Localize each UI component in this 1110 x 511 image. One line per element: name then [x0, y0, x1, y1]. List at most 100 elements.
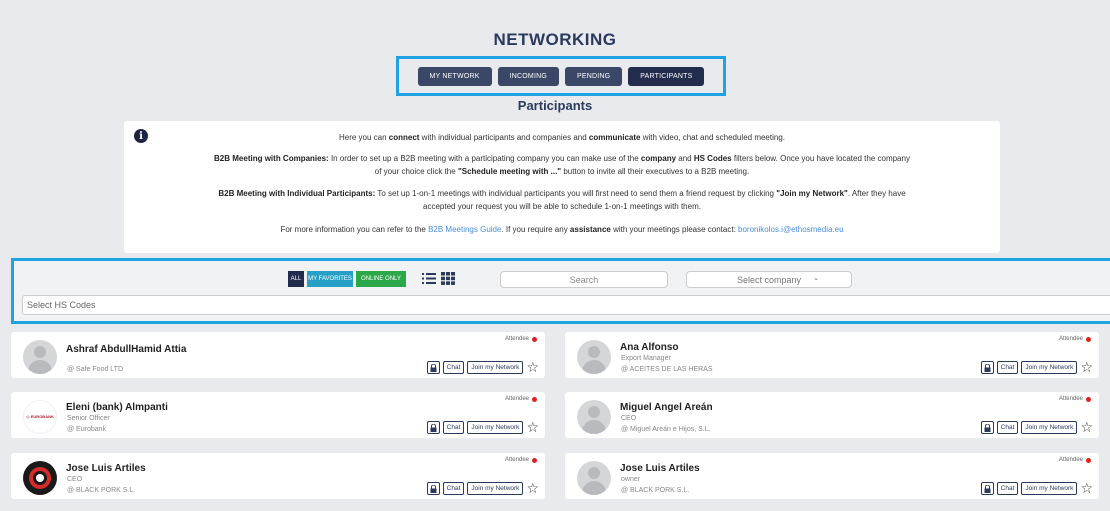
card-actions: Chat Join my Network ☆ [980, 360, 1093, 374]
status-dot-icon [532, 336, 537, 342]
participant-company: @ Safe Food LTD [67, 366, 123, 373]
status-badge: Attendee [1059, 336, 1091, 342]
tabs-highlight-box: MY NETWORK INCOMING PENDING PARTICIPANTS [396, 56, 726, 96]
status-badge: Attendee [1059, 457, 1091, 463]
tab-my-network[interactable]: MY NETWORK [417, 66, 492, 86]
card-actions: Chat Join my Network ☆ [980, 420, 1093, 434]
join-network-button[interactable]: Join my Network [467, 421, 524, 434]
status-dot-icon [1086, 396, 1091, 402]
join-network-button[interactable]: Join my Network [1021, 361, 1078, 374]
lock-icon [984, 363, 991, 372]
lock-icon [430, 423, 437, 432]
lock-button[interactable] [980, 482, 994, 495]
participant-card: Ana Alfonso Export Manager @ ACEITES DE … [565, 332, 1099, 378]
favorite-star-icon[interactable]: ☆ [1080, 481, 1093, 495]
contact-email-link[interactable]: boronikolos.i@ethosmedia.eu [738, 225, 844, 234]
chat-button[interactable]: Chat [996, 361, 1019, 374]
participant-card: Miguel Angel Areán CEO @ Miguel Areán e … [565, 392, 1099, 438]
card-actions: Chat Join my Network ☆ [426, 420, 539, 434]
avatar [577, 461, 611, 495]
participant-role: Export Manager [621, 355, 671, 362]
info-line-intro: Here you can connect with individual par… [338, 133, 786, 142]
chevron-down-icon: ⌄ [813, 275, 819, 282]
join-network-button[interactable]: Join my Network [467, 361, 524, 374]
tab-participants[interactable]: PARTICIPANTS [628, 66, 705, 86]
grid-view-icon[interactable] [441, 272, 455, 285]
participant-role: Senior Officer [67, 415, 110, 422]
participant-company: @ Miguel Areán e Hijos, S.L. [621, 426, 711, 433]
participant-card: Ashraf AbdullHamid Attia @ Safe Food LTD… [11, 332, 545, 378]
avatar [577, 340, 611, 374]
company-logo [23, 461, 57, 495]
lock-button[interactable] [980, 361, 994, 374]
chat-button[interactable]: Chat [996, 421, 1019, 434]
search-input[interactable] [500, 271, 668, 288]
participant-card: Jose Luis Artiles owner @ BLACK PORK S.L… [565, 453, 1099, 499]
participant-name[interactable]: Ashraf AbdullHamid Attia [66, 344, 186, 355]
favorite-star-icon[interactable]: ☆ [526, 360, 539, 374]
lock-button[interactable] [980, 421, 994, 434]
filter-online-button[interactable]: ONLINE ONLY [356, 271, 406, 287]
participant-role: CEO [621, 415, 637, 422]
favorite-star-icon[interactable]: ☆ [526, 420, 539, 434]
chat-button[interactable]: Chat [442, 482, 465, 495]
lock-icon [984, 423, 991, 432]
participant-company: @ ACEITES DE LAS HERAS [621, 366, 713, 373]
join-network-button[interactable]: Join my Network [1021, 482, 1078, 495]
participant-name[interactable]: Ana Alfonso [620, 342, 679, 353]
join-network-button[interactable]: Join my Network [1021, 421, 1078, 434]
participant-role: owner [621, 476, 641, 483]
card-actions: Chat Join my Network ☆ [426, 360, 539, 374]
tab-pending[interactable]: PENDING [565, 66, 623, 86]
hs-codes-input[interactable] [22, 295, 1110, 315]
chat-button[interactable]: Chat [996, 482, 1019, 495]
join-network-button[interactable]: Join my Network [467, 482, 524, 495]
status-dot-icon [1086, 336, 1091, 342]
info-line-b2b-companies-2: of your choice click the "Schedule meeti… [374, 167, 750, 176]
favorite-star-icon[interactable]: ☆ [526, 481, 539, 495]
chat-button[interactable]: Chat [442, 361, 465, 374]
filter-all-button[interactable]: ALL [288, 271, 304, 287]
company-select[interactable]: Select company ⌄ [686, 271, 852, 288]
chat-button[interactable]: Chat [442, 421, 465, 434]
lock-button[interactable] [426, 482, 440, 495]
status-badge: Attendee [505, 457, 537, 463]
info-line-b2b-individuals-2: accepted your request you will be able t… [423, 202, 701, 211]
status-dot-icon [532, 396, 537, 402]
participant-card: Jose Luis Artiles CEO @ BLACK PORK S.L. … [11, 453, 545, 499]
lock-icon [430, 363, 437, 372]
lock-button[interactable] [426, 421, 440, 434]
info-card: i Here you can connect with individual p… [124, 121, 1000, 253]
participant-name[interactable]: Eleni (bank) Almpanti [66, 402, 168, 413]
section-subtitle: Participants [517, 98, 593, 113]
lock-icon [430, 484, 437, 493]
status-dot-icon [1086, 457, 1091, 463]
participant-role: CEO [67, 476, 83, 483]
status-dot-icon [532, 457, 537, 463]
list-view-icon[interactable] [422, 272, 436, 285]
card-actions: Chat Join my Network ☆ [980, 481, 1093, 495]
participant-company: @ BLACK PORK S.L. [67, 487, 136, 494]
avatar [23, 340, 57, 374]
page-title: NETWORKING [493, 30, 617, 49]
participant-name[interactable]: Miguel Angel Areán [620, 402, 713, 413]
guide-link[interactable]: B2B Meetings Guide [428, 225, 501, 234]
favorite-star-icon[interactable]: ☆ [1080, 420, 1093, 434]
status-badge: Attendee [505, 396, 537, 402]
info-line-contact: For more information you can refer to th… [280, 225, 844, 234]
favorite-star-icon[interactable]: ☆ [1080, 360, 1093, 374]
filter-favorites-button[interactable]: MY FAVORITES [307, 271, 353, 287]
status-badge: Attendee [505, 336, 537, 342]
tab-incoming[interactable]: INCOMING [497, 66, 559, 86]
participant-card: ◎ EUROBANK Eleni (bank) Almpanti Senior … [11, 392, 545, 438]
status-badge: Attendee [1059, 396, 1091, 402]
participant-name[interactable]: Jose Luis Artiles [620, 463, 700, 474]
participant-name[interactable]: Jose Luis Artiles [66, 463, 146, 474]
info-line-b2b-companies: B2B Meeting with Companies: In order to … [214, 154, 910, 163]
info-line-b2b-individuals: B2B Meeting with Individual Participants… [218, 189, 906, 198]
participant-company: @ Eurobank [67, 426, 107, 433]
participant-company: @ BLACK PORK S.L. [621, 487, 690, 494]
filter-panel: ALL MY FAVORITES ONLINE ONLY Select comp… [11, 258, 1110, 324]
company-logo: ◎ EUROBANK [23, 400, 57, 434]
lock-button[interactable] [426, 361, 440, 374]
